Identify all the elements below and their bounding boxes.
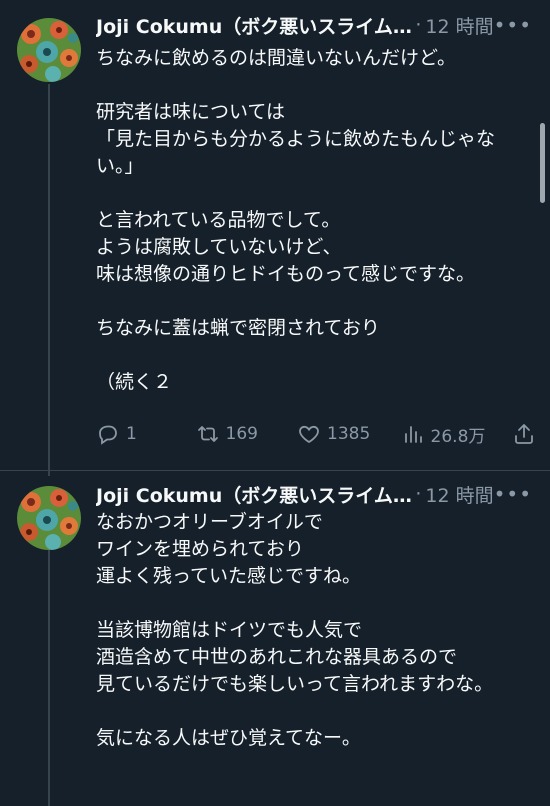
- view-count: 26.8万: [430, 426, 486, 447]
- more-icon[interactable]: •••: [494, 482, 532, 506]
- timestamp[interactable]: 12 時間: [425, 12, 493, 39]
- share-icon: [515, 424, 533, 444]
- retweet-button[interactable]: 169: [196, 422, 298, 446]
- tweet[interactable]: Joji Cokumu（ボク悪いスライムじゃないよ） · 12 時間 ••• な…: [0, 470, 550, 806]
- views-button[interactable]: 26.8万: [401, 422, 512, 447]
- tweet-header: Joji Cokumu（ボク悪いスライムじゃないよ） · 12 時間 •••: [96, 480, 532, 508]
- separator-dot: ·: [415, 14, 422, 36]
- heart-icon: [299, 425, 319, 444]
- share-button[interactable]: [512, 422, 536, 446]
- tweet-actions: 1 169 1385 26.8万: [96, 420, 536, 448]
- views-icon: [404, 426, 422, 443]
- separator-dot: ·: [415, 483, 422, 505]
- author-name[interactable]: Joji Cokumu（ボク悪いスライムじゃないよ）: [96, 12, 413, 39]
- retweet-count: 169: [225, 424, 258, 444]
- avatar[interactable]: [17, 18, 81, 82]
- tweet-text: ちなみに飲めるのは間違いないんだけど。 研究者は味については 「見た目からも分か…: [96, 47, 496, 393]
- reply-icon: [99, 425, 117, 445]
- tweet[interactable]: Joji Cokumu（ボク悪いスライムじゃないよ） · 12 時間 ••• ち…: [0, 0, 550, 470]
- retweet-icon: [197, 426, 218, 442]
- reply-count: 1: [126, 424, 137, 444]
- avatar[interactable]: [17, 486, 81, 550]
- scrollbar[interactable]: [540, 123, 545, 203]
- reply-button[interactable]: 1: [96, 422, 196, 446]
- like-button[interactable]: 1385: [297, 422, 401, 446]
- tweet-text: なおかつオリーブオイルで ワインを埋められており 運よく残っていた感じですね。 …: [96, 511, 494, 749]
- tweet-header: Joji Cokumu（ボク悪いスライムじゃないよ） · 12 時間 •••: [96, 11, 532, 39]
- more-icon[interactable]: •••: [494, 13, 532, 37]
- like-count: 1385: [327, 424, 371, 444]
- timestamp[interactable]: 12 時間: [425, 481, 493, 508]
- author-name[interactable]: Joji Cokumu（ボク悪いスライムじゃないよ）: [96, 481, 413, 508]
